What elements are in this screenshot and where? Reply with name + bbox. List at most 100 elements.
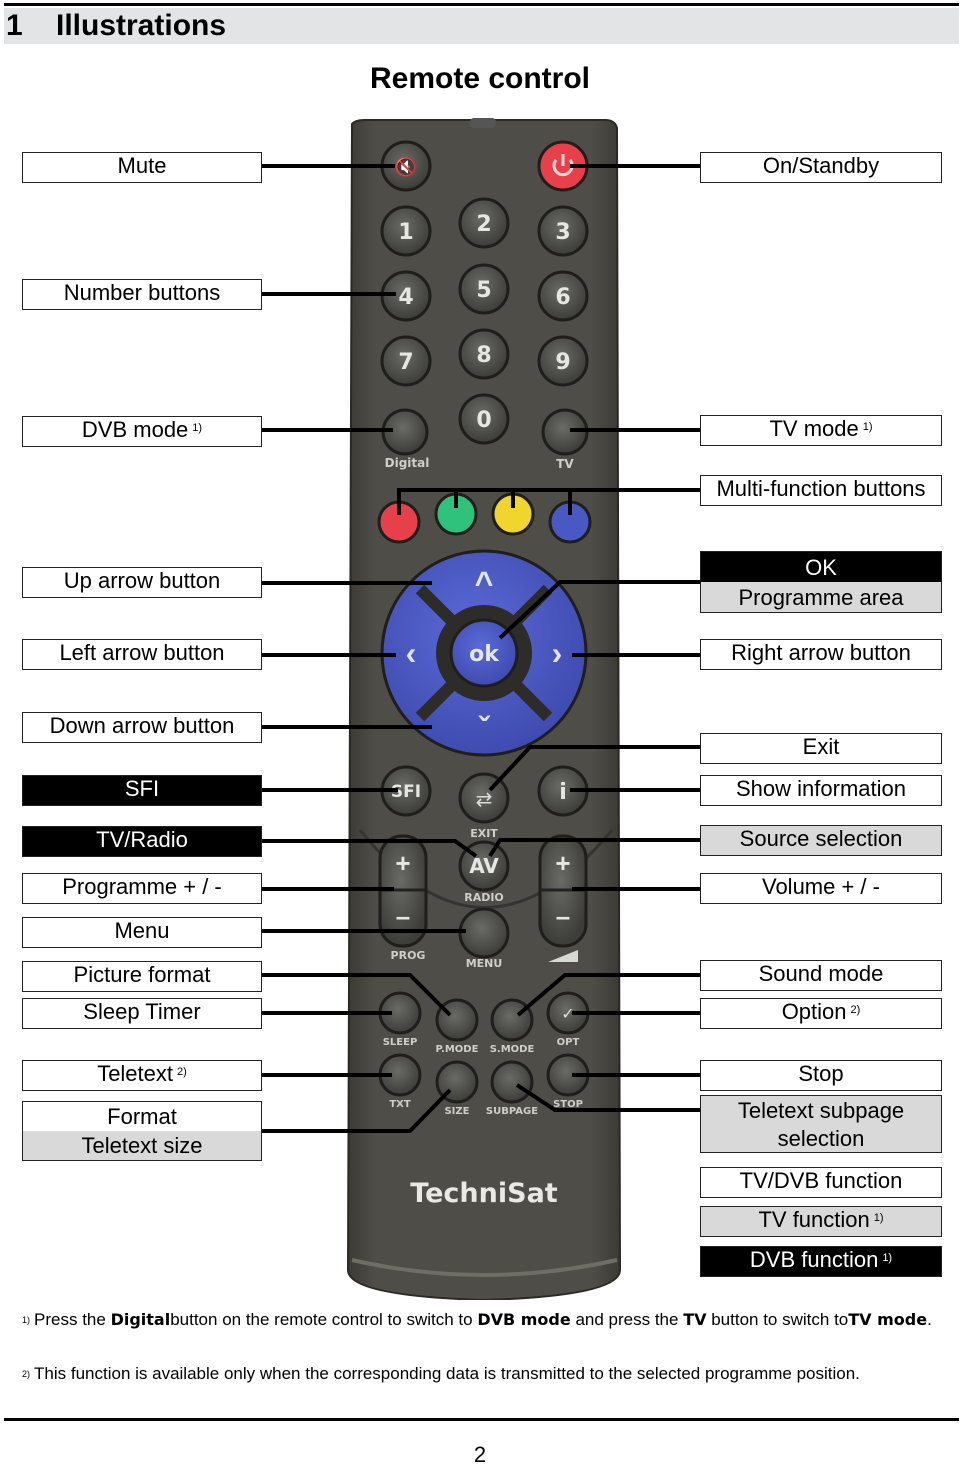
footnote-emphasis: DVB mode — [477, 1310, 571, 1329]
digit-button-1[interactable]: 1 — [380, 205, 432, 257]
footnote-2: 2) This function is available only when t… — [22, 1363, 942, 1385]
digit-button-1-label: 1 — [398, 220, 413, 245]
label-source-selection: Source selection — [700, 825, 942, 856]
label-text: Sound mode — [758, 961, 884, 986]
smode-caption: S.MODE — [490, 1044, 535, 1055]
plus-icon: + — [395, 848, 410, 878]
footnote-text: button on the remote control to switch t… — [170, 1310, 478, 1329]
label-number-buttons: Number buttons — [22, 279, 262, 310]
label-tv-mode: TV mode 1) — [700, 415, 942, 446]
legend-dvb-text: DVB function — [749, 1247, 879, 1272]
label-down-arrow: Down arrow button — [22, 712, 262, 743]
digit-button-2-label: 2 — [476, 212, 491, 237]
label-text: Exit — [802, 734, 840, 759]
digital-caption: Digital — [385, 456, 430, 470]
digit-button-9[interactable]: 9 — [537, 335, 589, 387]
footnote-emphasis: Digital — [110, 1310, 171, 1329]
label-text: Show information — [736, 776, 906, 801]
left-arrow-icon[interactable]: ‹ — [406, 635, 417, 671]
digit-button-7[interactable]: 7 — [380, 335, 432, 387]
ok-button-label: ok — [469, 642, 500, 667]
label-multi-function: Multi-function buttons — [700, 475, 942, 506]
label-tv-radio: TV/Radio — [22, 826, 262, 857]
label-text: Menu — [114, 918, 170, 943]
label-text: Programme + / - — [62, 874, 222, 899]
right-arrow-icon[interactable]: › — [552, 635, 563, 671]
footnote-mark: 2) — [22, 1369, 31, 1379]
plus-icon: + — [555, 848, 570, 878]
mute-icon: 🔇 — [395, 156, 417, 177]
footnote-emphasis: TV — [683, 1310, 707, 1329]
label-exit: Exit — [700, 733, 942, 764]
footnote-ref: 1) — [192, 422, 203, 434]
digit-button-3[interactable]: 3 — [537, 205, 589, 257]
legend-tv-text: TV function — [758, 1207, 870, 1232]
minus-icon: – — [396, 901, 410, 931]
down-arrow-icon[interactable]: ˇ — [479, 711, 491, 747]
label-text: On/Standby — [762, 153, 880, 178]
label-teletext-subpage-selection: Teletext subpage selection — [700, 1095, 942, 1153]
label-text: Source selection — [739, 826, 903, 851]
label-right-arrow: Right arrow button — [700, 639, 942, 670]
footnote-mark: 1) — [22, 1315, 31, 1325]
brand-logo: TechniSat — [410, 1178, 558, 1209]
label-stop: Stop — [700, 1060, 942, 1091]
label-format-teletext-size: Format Teletext size — [22, 1101, 262, 1161]
footnote-text: and press the — [570, 1310, 684, 1329]
digit-button-6[interactable]: 6 — [537, 270, 589, 322]
label-show-info: Show information — [700, 775, 942, 806]
label-ok-text: OK — [805, 555, 837, 580]
menu-button[interactable] — [458, 907, 510, 959]
exit-caption: EXIT — [470, 827, 498, 840]
legend-tv-function: TV function 1) — [700, 1206, 942, 1237]
digit-button-0[interactable]: 0 — [458, 393, 510, 445]
footnote-emphasis: TV mode — [848, 1310, 928, 1329]
label-subpage-line1: Teletext subpage — [737, 1098, 905, 1123]
label-subpage-line2: selection — [777, 1126, 865, 1151]
label-teletext-size-text: Teletext size — [23, 1131, 261, 1160]
av-button-label: AV — [469, 854, 499, 878]
label-sfi: SFI — [22, 775, 262, 806]
digit-button-9-label: 9 — [555, 350, 570, 375]
subpage-caption: SUBPAGE — [486, 1106, 538, 1117]
label-on-standby: On/Standby — [700, 152, 942, 183]
prog-caption: PROG — [391, 949, 426, 962]
footnote-ref: 2) — [177, 1066, 187, 1078]
label-text: Mute — [117, 153, 167, 178]
label-sound-mode: Sound mode — [700, 960, 942, 991]
label-text: Stop — [798, 1061, 844, 1086]
label-text: TV/Radio — [96, 827, 188, 852]
footnote-1: 1) Press the Digitalbutton on the remote … — [22, 1309, 942, 1331]
label-volume: Volume + / - — [700, 873, 942, 904]
label-text: Right arrow button — [731, 640, 911, 665]
label-text: Number buttons — [63, 280, 221, 305]
pmode-caption: P.MODE — [436, 1044, 479, 1055]
footnote-ref: 2) — [850, 1004, 861, 1016]
label-programme-area-text: Programme area — [701, 582, 941, 612]
tv-caption: TV — [556, 457, 574, 471]
digit-button-7-label: 7 — [398, 350, 413, 375]
footnote-text: This function is available only when the… — [34, 1364, 860, 1383]
txt-caption: TXT — [389, 1099, 411, 1110]
label-teletext: Teletext 2) — [22, 1060, 262, 1091]
footnote-text: Press the — [34, 1310, 111, 1329]
digit-button-8[interactable]: 8 — [458, 328, 510, 380]
footnote-ref: 1) — [873, 1212, 884, 1224]
digit-button-0-label: 0 — [476, 408, 491, 433]
size-caption: SIZE — [444, 1106, 469, 1117]
digit-button-6-label: 6 — [555, 285, 570, 310]
digit-button-2[interactable]: 2 — [458, 197, 510, 249]
label-text: Volume + / - — [761, 874, 880, 899]
info-button-label: i — [559, 780, 567, 805]
label-ok-programme-area: OK Programme area — [700, 551, 942, 613]
label-picture-format: Picture format — [22, 961, 262, 992]
label-menu: Menu — [22, 917, 262, 948]
minus-icon: – — [556, 901, 570, 931]
up-arrow-icon[interactable]: ^ — [475, 565, 494, 601]
sleep-caption: SLEEP — [383, 1037, 418, 1048]
label-text: Multi-function buttons — [716, 476, 926, 501]
digit-button-5[interactable]: 5 — [458, 263, 510, 315]
label-left-arrow: Left arrow button — [22, 639, 262, 670]
label-text: Option — [781, 999, 847, 1024]
subpage-button[interactable] — [490, 1060, 534, 1104]
